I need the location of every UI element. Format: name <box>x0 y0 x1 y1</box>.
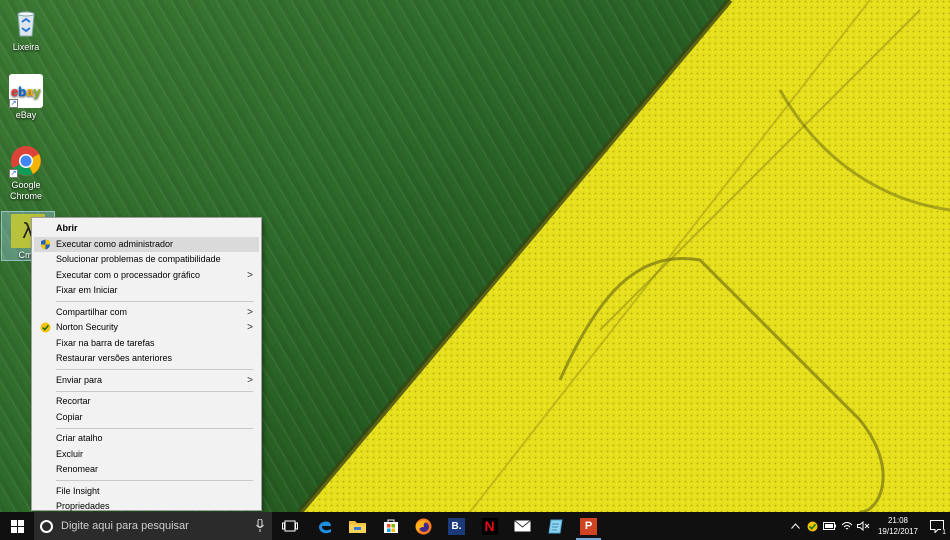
context-menu-item-label: Recortar <box>56 396 91 406</box>
norton-tray-icon[interactable] <box>804 512 821 540</box>
context-menu-item-renomear[interactable]: Renomear <box>34 462 259 478</box>
context-menu-item-executar-com-o-processador-grafico[interactable]: Executar com o processador gráfico > <box>34 268 259 284</box>
system-tray: 21:08 19/12/2017 1 <box>787 512 950 540</box>
context-menu-item-file-insight[interactable]: File Insight <box>34 484 259 500</box>
search-placeholder: Digite aqui para pesquisar <box>61 520 189 532</box>
desktop-icon-recycle-bin[interactable]: Lixeira <box>0 6 52 53</box>
context-menu-item-label: Norton Security <box>56 322 119 332</box>
netflix-icon[interactable]: N <box>473 512 506 540</box>
submenu-chevron-icon: > <box>247 374 253 386</box>
context-menu-separator <box>56 369 253 370</box>
context-menu-item-solucionar-problemas-de-compatibilidade[interactable]: Solucionar problemas de compatibilidade <box>34 252 259 268</box>
notification-count: 1 <box>941 529 947 536</box>
desktop-icon-label: Google Chrome <box>9 180 42 201</box>
cortana-icon <box>40 519 53 533</box>
context-menu-item-label: Executar como administrador <box>56 238 174 249</box>
show-hidden-icons-chevron-icon[interactable] <box>787 512 804 540</box>
submenu-chevron-icon: > <box>247 306 253 318</box>
clock[interactable]: 21:08 19/12/2017 <box>872 515 924 537</box>
context-menu-item-norton-security[interactable]: Norton Security > <box>34 320 259 336</box>
booking-icon[interactable]: B. <box>440 512 473 540</box>
context-menu-separator <box>56 301 253 302</box>
task-view-icon[interactable] <box>272 512 308 540</box>
context-menu-item-criar-atalho[interactable]: Criar atalho <box>34 431 259 447</box>
context-menu-item-label: Restaurar versões anteriores <box>56 353 173 363</box>
powerpoint-icon[interactable]: P <box>572 512 605 540</box>
context-menu-item-compartilhar-com[interactable]: Compartilhar com > <box>34 305 259 321</box>
shortcut-arrow-icon: ↗ <box>9 169 18 178</box>
start-button[interactable] <box>0 512 34 540</box>
context-menu-item-label: Abrir <box>56 223 78 233</box>
context-menu-item-enviar-para[interactable]: Enviar para > <box>34 373 259 389</box>
action-center-button[interactable]: 1 <box>924 512 950 540</box>
clock-date: 19/12/2017 <box>877 527 919 536</box>
shortcut-arrow-icon: ↗ <box>9 99 18 108</box>
svg-text:ebay: ebay <box>11 84 41 99</box>
context-menu-item-label: Renomear <box>56 464 99 474</box>
battery-icon[interactable] <box>821 512 838 540</box>
context-menu-item-label: Enviar para <box>56 374 103 385</box>
recycle-bin-icon <box>9 6 43 40</box>
windows-logo-icon <box>10 519 24 533</box>
notepad-icon[interactable] <box>539 512 572 540</box>
context-menu-item-copiar[interactable]: Copiar <box>34 410 259 426</box>
context-menu-item-label: Solucionar problemas de compatibilidade <box>56 254 221 264</box>
context-menu-item-label: Copiar <box>56 411 83 422</box>
context-menu-item-label: Fixar em Iniciar <box>56 285 118 295</box>
context-menu-separator <box>56 427 253 429</box>
context-menu-item-label: Compartilhar com <box>56 306 128 317</box>
uac-shield-icon <box>41 239 50 249</box>
context-menu-item-executar-como-administrador[interactable]: Executar como administrador <box>34 236 259 252</box>
context-menu-item-label: File Insight <box>56 485 100 496</box>
microphone-icon[interactable] <box>256 519 264 532</box>
context-menu-separator <box>56 480 253 481</box>
ebay-icon: ebay ↗ <box>9 74 43 108</box>
firefox-icon[interactable] <box>407 512 440 540</box>
context-menu-item-restaurar-versoes-anteriores[interactable]: Restaurar versões anteriores <box>34 351 259 367</box>
search-input[interactable]: Digite aqui para pesquisar <box>34 512 272 540</box>
submenu-chevron-icon: > <box>247 269 253 281</box>
chrome-icon: ↗ <box>9 144 43 178</box>
context-menu-item-fixar-em-iniciar[interactable]: Fixar em Iniciar <box>34 283 259 299</box>
volume-muted-icon[interactable] <box>855 512 872 540</box>
context-menu-item-abrir[interactable]: Abrir <box>34 221 259 237</box>
context-menu-item-recortar[interactable]: Recortar <box>34 394 259 410</box>
taskbar: Digite aqui para pesquisar B. N P 21:08 … <box>0 512 950 540</box>
wifi-icon[interactable] <box>838 512 855 540</box>
file-explorer-icon[interactable] <box>341 512 374 540</box>
context-menu-item-label: Propriedades <box>56 501 110 511</box>
context-menu-item-label: Criar atalho <box>56 433 103 443</box>
context-menu-item-fixar-na-barra-de-tarefas[interactable]: Fixar na barra de tarefas <box>34 336 259 352</box>
norton-check-icon <box>40 322 51 333</box>
desktop-icon-label: Lixeira <box>12 42 40 52</box>
edge-icon[interactable] <box>308 512 341 540</box>
clock-time: 21:08 <box>887 516 909 525</box>
context-menu-item-label: Excluir <box>56 448 84 459</box>
desktop-icon-ebay[interactable]: ebay ↗ eBay <box>0 74 52 121</box>
store-icon[interactable] <box>374 512 407 540</box>
mail-icon[interactable] <box>506 512 539 540</box>
context-menu-separator <box>56 390 253 392</box>
desktop-icon-google-chrome[interactable]: ↗ Google Chrome <box>0 144 52 202</box>
context-menu-item-label: Fixar na barra de tarefas <box>56 337 155 348</box>
submenu-chevron-icon: > <box>247 322 253 333</box>
context-menu-item-label: Executar com o processador gráfico <box>56 269 201 280</box>
desktop-icon-label: eBay <box>15 110 37 120</box>
context-menu-item-excluir[interactable]: Excluir <box>34 447 259 463</box>
context-menu: Abrir Executar como administrador Solucion… <box>31 217 262 511</box>
